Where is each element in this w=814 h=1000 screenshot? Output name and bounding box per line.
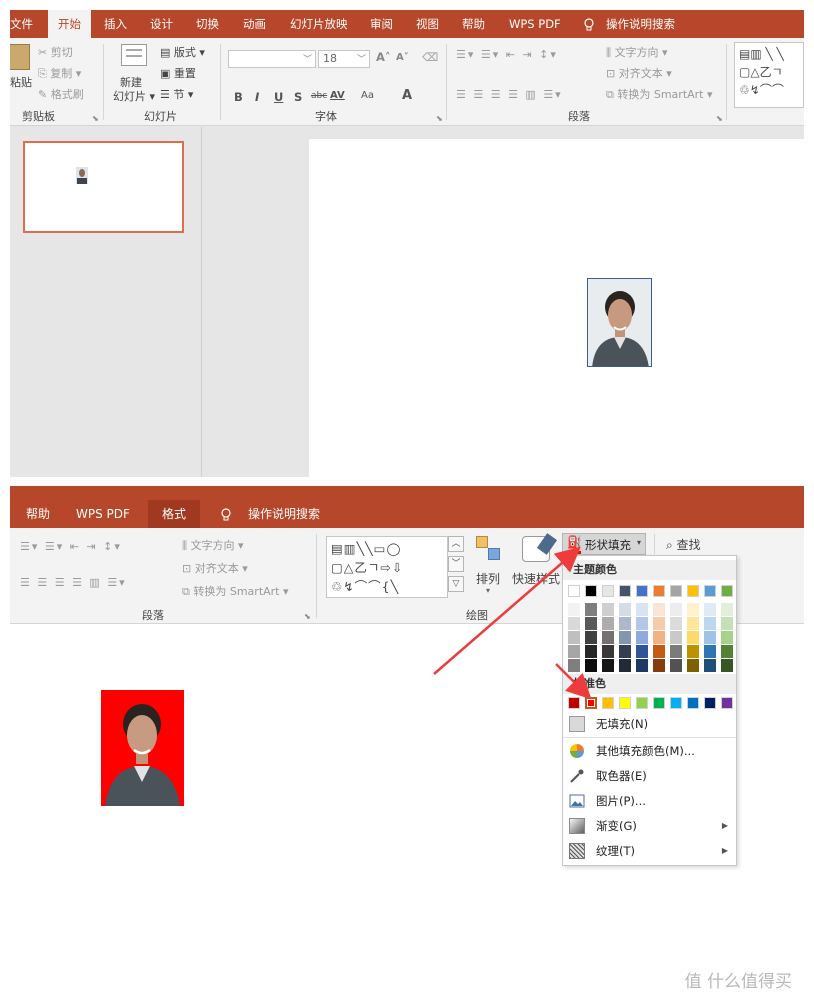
align-text-icon: ⊡: [606, 67, 619, 80]
format-painter-button[interactable]: ✎ 格式刷: [38, 86, 84, 102]
tab-slideshow[interactable]: 幻灯片放映: [290, 10, 348, 38]
text-direction-button[interactable]: ⫼ 文字方向 ▾: [606, 44, 668, 60]
watermark: 值 什么值得买: [684, 972, 792, 992]
clipboard-icon: [10, 44, 30, 70]
new-slide-button[interactable]: 幻灯片 ▾: [113, 88, 155, 104]
bullets-button[interactable]: ☰▾ ☰▾ ⇤ ⇥ ↕▾: [456, 48, 558, 61]
thumbnail-photo: [76, 167, 88, 184]
divider: [220, 44, 221, 120]
section-icon: ☰: [160, 88, 174, 101]
arrow-to-red-swatch: [555, 663, 592, 700]
layout-icon: ▤: [160, 46, 174, 59]
tell-me-search[interactable]: 操作说明搜索: [606, 10, 675, 38]
portrait-photo[interactable]: [587, 278, 652, 367]
cut-button[interactable]: ✂ 剪切: [38, 44, 73, 60]
layout-button[interactable]: ▤ 版式 ▾: [160, 44, 205, 60]
reset-icon: ▣: [160, 67, 174, 80]
smartart-icon: ⧉: [606, 88, 618, 101]
divider: [446, 44, 447, 120]
shrink-font-icon[interactable]: A˅: [396, 52, 409, 63]
tab-insert[interactable]: 插入: [104, 10, 127, 38]
brush-icon: ✎: [38, 88, 51, 101]
annotation-arrows: [433, 546, 592, 700]
text-direction-icon: ⫼: [606, 46, 615, 59]
slide-thumbnail[interactable]: [23, 141, 184, 233]
powerpoint-window-format: 帮助 WPS PDF 格式 操作说明搜索 ☰▾ ☰▾ ⇤ ⇥ ↕▾ ☰ ☰ ☰ …: [10, 486, 804, 1000]
shapes-gallery[interactable]: ▤▥ ╲ ╲ ▢△乙ㄱ ♲↯⌒⌒: [734, 42, 804, 108]
copy-button[interactable]: ⎘ 复制 ▾: [38, 65, 81, 81]
reset-button[interactable]: ▣ 重置: [160, 65, 196, 81]
font-group-label: 字体: [315, 110, 337, 123]
align-text-button[interactable]: ⊡ 对齐文本 ▾: [606, 65, 672, 81]
align-buttons[interactable]: ☰ ☰ ☰ ☰ ▥ ☰▾: [456, 88, 563, 101]
shadow-button[interactable]: S: [294, 90, 302, 104]
tab-wps-pdf[interactable]: WPS PDF: [509, 10, 561, 38]
paste-button[interactable]: 粘贴: [10, 74, 32, 90]
arrow-to-shape-fill: [433, 546, 581, 675]
tab-help[interactable]: 帮助: [462, 10, 485, 38]
slide-canvas[interactable]: [309, 139, 804, 477]
powerpoint-window-home: 文件 开始 插入 设计 切换 动画 幻灯片放映 审阅 视图 帮助 WPS PDF…: [10, 10, 804, 477]
paragraph-launcher-icon[interactable]: ⬊: [716, 114, 723, 123]
convert-smartart-button[interactable]: ⧉ 转换为 SmartArt ▾: [606, 86, 713, 102]
new-slide-icon: [121, 44, 147, 66]
paragraph-group-label: 段落: [568, 110, 590, 123]
slides-group-label: 幻灯片: [144, 110, 177, 123]
copy-icon: ⎘: [38, 67, 51, 80]
divider: [103, 44, 104, 120]
tab-transitions[interactable]: 切换: [196, 10, 219, 38]
section-button[interactable]: ☰ 节 ▾: [160, 86, 193, 102]
bold-button[interactable]: B: [234, 90, 243, 104]
tab-view[interactable]: 视图: [416, 10, 439, 38]
underline-button[interactable]: U: [274, 90, 283, 104]
tab-design[interactable]: 设计: [150, 10, 173, 38]
home-ribbon: 粘贴 ✂ 剪切 ⎘ 复制 ▾ ✎ 格式刷 剪贴板 ⬊ 新建 幻灯片 ▾ ▤ 版式…: [10, 38, 804, 126]
ribbon-tab-bar: 文件 开始 插入 设计 切换 动画 幻灯片放映 审阅 视图 帮助 WPS PDF…: [10, 10, 804, 38]
tab-file[interactable]: 文件: [10, 10, 33, 38]
italic-button[interactable]: I: [255, 90, 259, 104]
lightbulb-icon: [583, 10, 595, 38]
clear-format-icon[interactable]: ⌫: [422, 50, 438, 64]
char-spacing-button[interactable]: AV: [330, 90, 345, 101]
scissors-icon: ✂: [38, 46, 51, 59]
clipboard-launcher-icon[interactable]: ⬊: [92, 114, 99, 123]
change-case-button[interactable]: Aa: [361, 90, 374, 101]
font-name-input[interactable]: ﹀: [228, 50, 316, 68]
tab-home[interactable]: 开始: [48, 10, 91, 38]
font-color-button[interactable]: A: [402, 88, 412, 103]
strikethrough-button[interactable]: abc: [311, 91, 327, 101]
clipboard-group-label: 剪贴板: [22, 110, 55, 123]
divider: [726, 44, 727, 120]
grow-font-icon[interactable]: A˄: [376, 50, 391, 64]
tab-review[interactable]: 审阅: [370, 10, 393, 38]
tab-animations[interactable]: 动画: [243, 10, 266, 38]
font-size-input[interactable]: 18 ﹀: [318, 50, 370, 68]
font-launcher-icon[interactable]: ⬊: [436, 114, 443, 123]
